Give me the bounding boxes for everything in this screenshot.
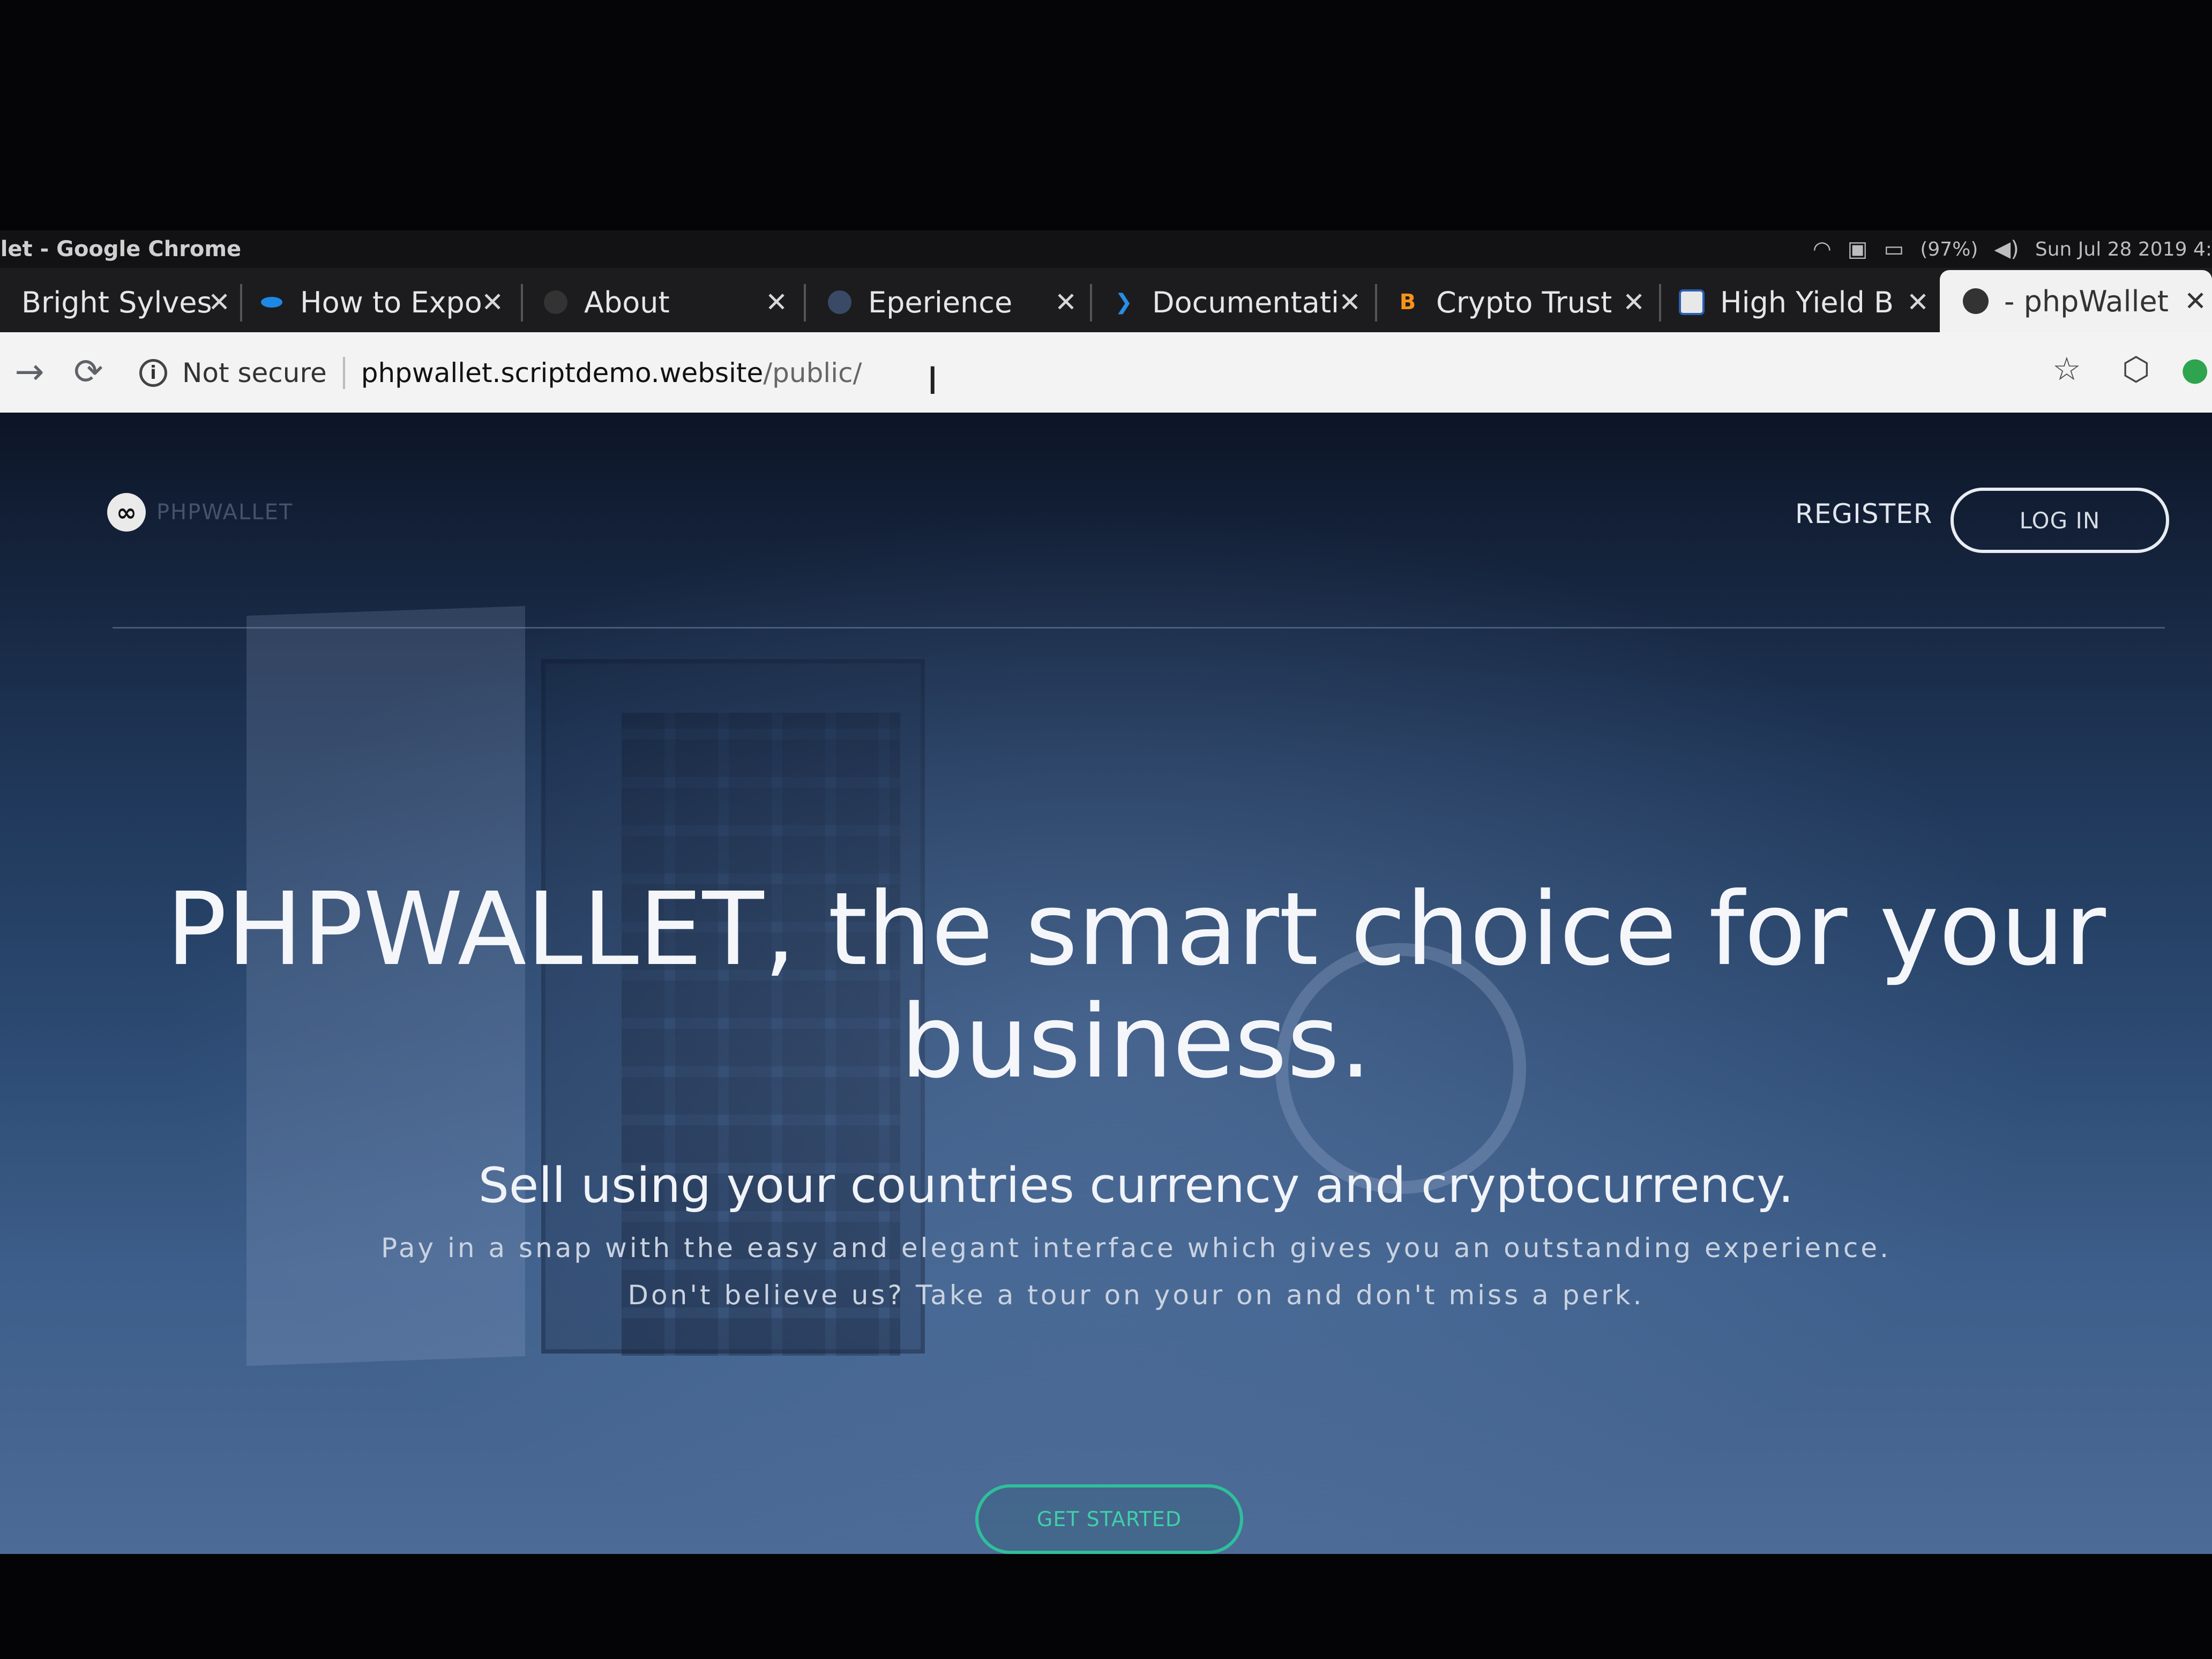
window-title: allet - Google Chrome [0,237,242,261]
close-icon[interactable]: ✕ [2184,286,2207,317]
globe-icon [541,288,570,317]
tab-title: Crypto Trust [1436,285,1612,319]
tab-separator [1090,284,1092,322]
get-started-button[interactable]: GET STARTED [975,1484,1243,1554]
hero-description-line1: Pay in a snap with the easy and elegant … [380,1232,1892,1264]
close-icon[interactable]: ✕ [1339,287,1361,318]
close-icon[interactable]: ✕ [1055,287,1077,318]
close-icon[interactable]: ✕ [765,287,788,318]
login-button[interactable]: LOG IN [1951,488,2169,553]
browser-tab-strip: Bright Sylves ✕ How to Expo ✕ About ✕ Ep… [0,268,2212,332]
tab-separator [1659,284,1661,322]
monitor-bezel [0,1554,2212,1659]
extension-g-icon[interactable]: ● [2181,350,2209,388]
shield-icon [1677,288,1706,317]
tab-bright-sylves[interactable]: Bright Sylves ✕ [21,275,236,329]
reload-button[interactable]: ⟳ [64,347,113,395]
tab-eperience[interactable]: Eperience ✕ [825,275,1082,329]
tab-separator [1375,284,1377,322]
url-host[interactable]: phpwallet.scriptdemo.website [361,357,764,388]
infinity-logo-icon: ∞ [107,493,146,532]
globe-icon [1961,287,1990,316]
tab-separator [521,284,523,322]
url-path[interactable]: /public/ [763,357,862,388]
close-icon[interactable]: ✕ [1907,287,1929,318]
tab-title: About [584,285,670,319]
address-bar[interactable]: i Not secure phpwallet.scriptdemo.websit… [139,347,862,399]
page-viewport: ∞ PHPWALLET REGISTER LOG IN PHPWALLET, t… [0,413,2212,1554]
tab-phpwallet[interactable]: - phpWallet ✕ [1940,270,2212,332]
tab-title: Eperience [868,285,1013,319]
header-divider [113,627,2165,629]
info-icon[interactable]: i [139,359,167,387]
battery-percent: (97%) [1920,238,1978,260]
battery-icon[interactable]: ▭ [1884,237,1904,261]
tab-title: High Yield B [1720,285,1894,319]
tab-documentation[interactable]: ❯ Documentati ✕ [1109,275,1366,329]
browser-toolbar: → ⟳ i Not secure phpwallet.scriptdemo.we… [0,332,2212,413]
text-cursor-icon: I [927,359,938,403]
monitor-screen: allet - Google Chrome ◠ ▣ ▭ (97%) ◀) Sun… [0,0,2212,1659]
extension-box-icon[interactable]: ⬡ [2122,350,2150,388]
vscode-icon: ❯ [1115,290,1133,315]
site-brand[interactable]: ∞ PHPWALLET [107,493,293,532]
globe-icon [825,288,854,317]
omnibox-divider [342,357,345,389]
hero-subtitle: Sell using your countries currency and c… [478,1157,1794,1214]
system-tray: ◠ ▣ ▭ (97%) ◀) Sun Jul 28 2019 4: [1813,236,2212,263]
close-icon[interactable]: ✕ [1623,287,1645,318]
bookmark-star-icon[interactable]: ☆ [2052,350,2081,388]
tab-how-to-expo[interactable]: How to Expo ✕ [257,275,509,329]
security-label[interactable]: Not secure [182,357,327,388]
tab-separator [240,284,242,322]
hero-title: PHPWALLET, the smart choice for your bus… [166,871,2106,1101]
tab-about[interactable]: About ✕ [541,275,793,329]
tab-title: Bright Sylves [21,285,212,319]
close-icon[interactable]: ✕ [481,287,504,318]
tab-separator [804,284,806,322]
tab-title: Documentati [1152,285,1340,319]
wifi-icon[interactable]: ◠ [1813,237,1832,261]
tab-title: - phpWallet [2004,284,2169,318]
volume-icon[interactable]: ◀) [1994,237,2019,261]
os-top-bar: allet - Google Chrome ◠ ▣ ▭ (97%) ◀) Sun… [0,230,2212,268]
keyboard-layout-icon[interactable]: ▣ [1848,237,1868,261]
clock[interactable]: Sun Jul 28 2019 4: [2035,238,2212,260]
tab-title: How to Expo [300,285,482,319]
forward-button[interactable]: → [5,347,54,395]
bitcoin-icon: B [1399,290,1416,315]
tab-high-yield[interactable]: High Yield B ✕ [1677,275,1934,329]
tab-crypto-trust[interactable]: B Crypto Trust ✕ [1393,275,1650,329]
brand-text: PHPWALLET [156,500,294,525]
dot-icon [257,288,286,317]
close-icon[interactable]: ✕ [208,287,230,318]
register-link[interactable]: REGISTER [1795,498,1932,529]
hero-description-line2: Don't believe us? Take a tour on your on… [627,1280,1645,1311]
